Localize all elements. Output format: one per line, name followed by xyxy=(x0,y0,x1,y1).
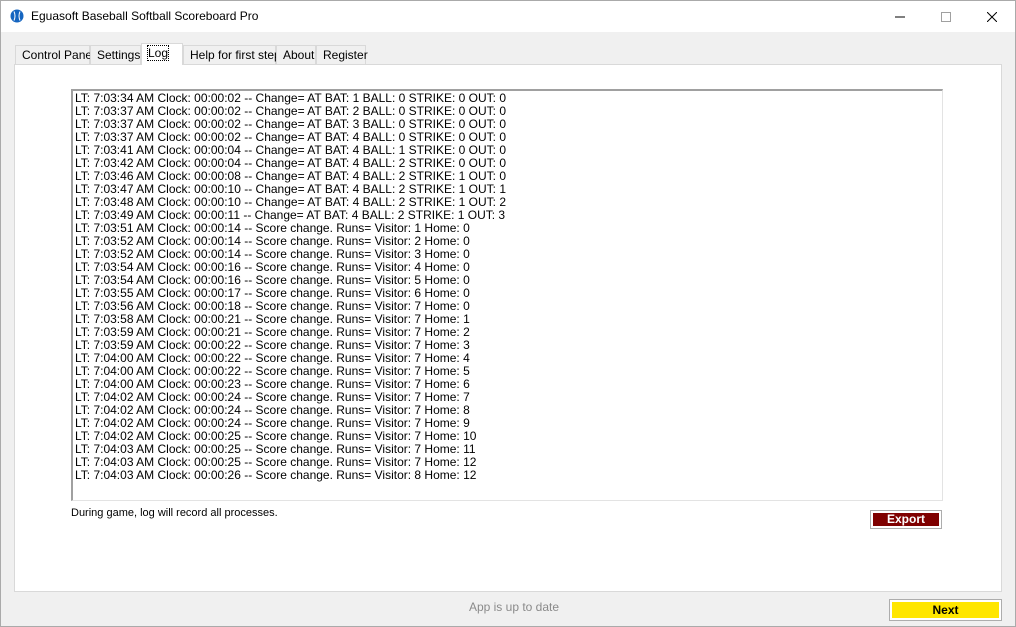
tab-label: Help for first step xyxy=(190,48,281,62)
tab-about[interactable]: About xyxy=(276,45,316,65)
tab-label: Settings xyxy=(97,48,141,62)
export-button[interactable]: Export xyxy=(870,510,942,529)
tab-help[interactable]: Help for first step xyxy=(183,45,281,65)
status-text: App is up to date xyxy=(468,600,560,614)
log-panel: LT: 7:03:34 AM Clock: 00:00:02 -- Change… xyxy=(14,64,1002,592)
title-bar: Eguasoft Baseball Softball Scoreboard Pr… xyxy=(1,1,1015,32)
app-window: Eguasoft Baseball Softball Scoreboard Pr… xyxy=(0,0,1016,627)
next-button[interactable]: Next xyxy=(889,599,1002,621)
maximize-icon xyxy=(941,11,951,22)
next-button-label: Next xyxy=(892,602,999,618)
tab-label: Register xyxy=(323,48,368,62)
tab-label: About xyxy=(283,48,315,62)
log-hint: During game, log will record all process… xyxy=(71,507,278,519)
maximize-button[interactable] xyxy=(923,1,969,32)
minimize-button[interactable] xyxy=(877,1,923,32)
tab-label: Log xyxy=(146,45,170,61)
tab-settings[interactable]: Settings xyxy=(90,45,141,65)
tab-log[interactable]: Log xyxy=(141,43,183,65)
tab-register[interactable]: Register xyxy=(316,45,368,65)
close-icon xyxy=(987,11,997,22)
export-button-label: Export xyxy=(873,513,939,526)
baseball-icon xyxy=(10,9,24,23)
log-line: LT: 7:04:03 AM Clock: 00:00:26 -- Score … xyxy=(75,468,477,482)
tab-control-panel[interactable]: Control Panel xyxy=(15,45,95,65)
window-title: Eguasoft Baseball Softball Scoreboard Pr… xyxy=(31,9,259,23)
close-button[interactable] xyxy=(969,1,1015,32)
tab-label: Control Panel xyxy=(22,48,95,62)
log-textbox[interactable]: LT: 7:03:34 AM Clock: 00:00:02 -- Change… xyxy=(71,89,943,501)
minimize-icon xyxy=(895,16,905,17)
